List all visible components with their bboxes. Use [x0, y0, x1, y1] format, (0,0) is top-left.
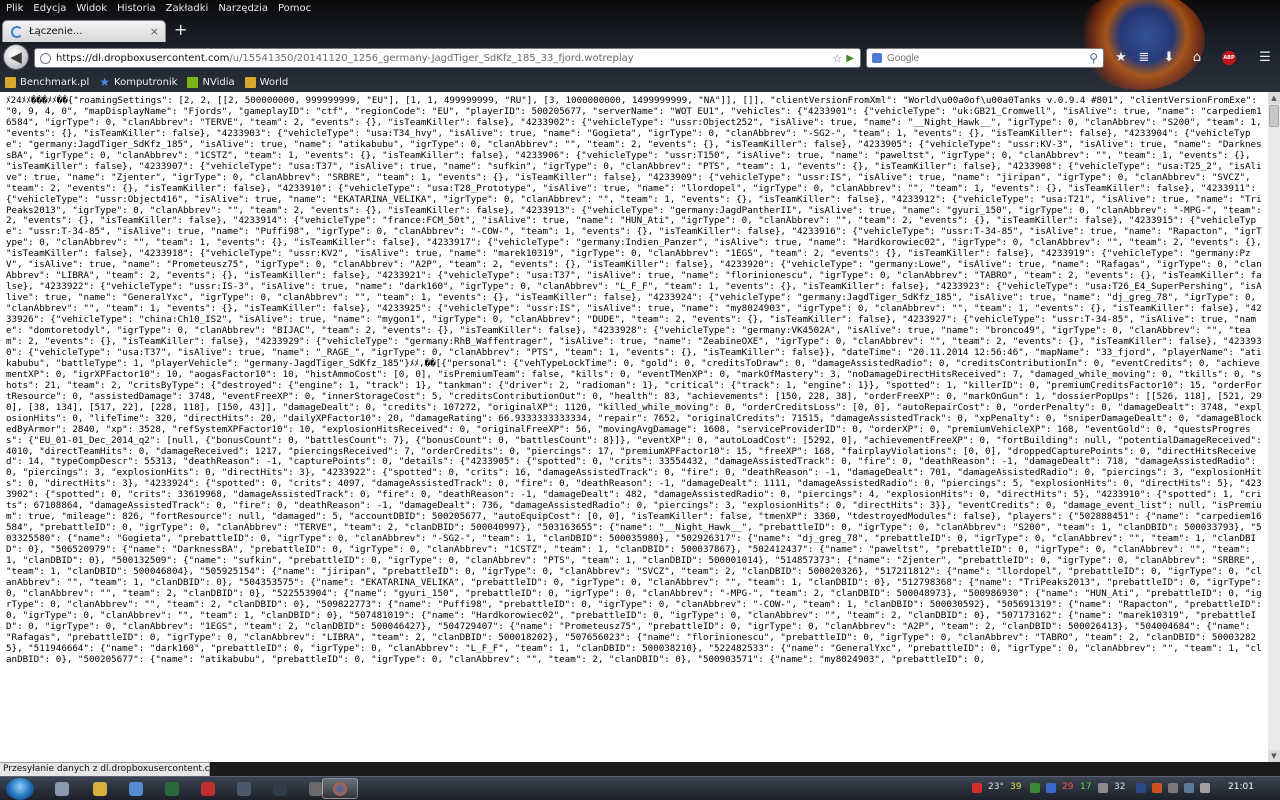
- tray-temp-4: 17: [1080, 782, 1092, 792]
- tray-icon-4[interactable]: [1098, 783, 1108, 793]
- url-host: https://dl.dropboxusercontent.com: [56, 52, 230, 64]
- windows-taskbar: 23° 39 29 17 32 21:01: [0, 776, 1280, 800]
- folder-icon: [244, 76, 256, 88]
- search-icon[interactable]: ⚲: [1089, 51, 1098, 65]
- app-icon: [309, 781, 323, 796]
- app-icon: [201, 781, 215, 796]
- bookmark-label: Benchmark.pl: [20, 76, 90, 88]
- menu-history[interactable]: Historia: [112, 0, 161, 18]
- scroll-thumb[interactable]: [1269, 105, 1279, 127]
- tab-title: Łączenie...: [29, 26, 83, 37]
- back-button[interactable]: ◀: [3, 44, 29, 70]
- download-icon[interactable]: ⬇: [1160, 50, 1178, 66]
- app-icon: [165, 781, 179, 796]
- tray-icon-2[interactable]: [1030, 783, 1040, 793]
- network-icon[interactable]: [1184, 783, 1194, 793]
- taskbar-app4[interactable]: [154, 778, 190, 799]
- tray-icon-3[interactable]: [1046, 783, 1056, 793]
- bookmark-world[interactable]: World: [244, 76, 289, 88]
- site-identity-icon[interactable]: [40, 52, 51, 64]
- tab-loading[interactable]: Łączenie... ×: [2, 20, 166, 42]
- adblock-icon[interactable]: ABP: [1222, 51, 1236, 65]
- vertical-scrollbar[interactable]: ▲ ▼: [1268, 92, 1280, 762]
- tray-icon-5[interactable]: [1136, 783, 1146, 793]
- folder-icon: [93, 781, 107, 796]
- menu-tools[interactable]: Narzędzia: [213, 0, 273, 18]
- tray-icon-7[interactable]: [1168, 783, 1178, 793]
- tray-temp-cpu: 23°: [988, 782, 1004, 792]
- bookmark-nvidia[interactable]: NVidia: [187, 76, 235, 88]
- navigation-bar: ◀ https://dl.dropboxusercontent.com/u/15…: [0, 42, 1280, 72]
- window-icon: [55, 781, 69, 796]
- bookmark-label: Komputronik: [114, 76, 178, 88]
- tab-bar: Łączenie... × +: [0, 18, 1280, 42]
- scroll-down-arrow-icon[interactable]: ▼: [1268, 750, 1280, 762]
- tray-icon-1[interactable]: [972, 783, 982, 793]
- menu-bookmarks[interactable]: Zakładki: [161, 0, 214, 18]
- app-icon: [129, 781, 143, 796]
- url-path: /u/15541350/20141120_1256_germany-JagdTi…: [229, 52, 634, 64]
- taskbar-app3[interactable]: [118, 778, 154, 799]
- taskbar-app5[interactable]: [190, 778, 226, 799]
- browser-chrome: Plik Edycja Widok Historia Zakładki Narz…: [0, 0, 1280, 92]
- clock[interactable]: 21:01: [1228, 782, 1254, 792]
- menu-file[interactable]: Plik: [0, 0, 28, 18]
- bookmark-label: NVidia: [202, 76, 235, 88]
- url-input[interactable]: https://dl.dropboxusercontent.com/u/1554…: [56, 53, 832, 64]
- search-bar[interactable]: ⚲: [866, 48, 1104, 68]
- search-input[interactable]: [887, 52, 1090, 64]
- bookmark-label: World: [259, 76, 289, 88]
- bookmark-komputronik[interactable]: ★ Komputronik: [99, 74, 178, 89]
- scroll-up-arrow-icon[interactable]: ▲: [1268, 92, 1280, 104]
- menu-edit[interactable]: Edycja: [28, 0, 71, 18]
- bookmark-star-icon[interactable]: ☆: [832, 52, 842, 65]
- raw-file-text: ﾒ24ﾒﾒ���ﾒﾒ��{"roamingSettings": [2, 2, […: [6, 95, 1268, 665]
- steam-icon: [273, 781, 287, 796]
- bookmarks-toolbar: Benchmark.pl ★ Komputronik NVidia World: [0, 72, 1280, 92]
- menu-bar: Plik Edycja Widok Historia Zakładki Narz…: [0, 0, 1280, 18]
- url-bar[interactable]: https://dl.dropboxusercontent.com/u/1554…: [34, 48, 861, 68]
- taskbar-app6[interactable]: [226, 778, 262, 799]
- firefox-icon: [333, 781, 347, 796]
- google-engine-icon[interactable]: [872, 53, 882, 63]
- nvidia-icon: [187, 76, 199, 88]
- taskbar-firefox[interactable]: [322, 778, 358, 799]
- new-tab-button[interactable]: +: [174, 22, 187, 38]
- star-icon: ★: [99, 74, 111, 89]
- tray-icon-6[interactable]: [1152, 783, 1162, 793]
- loading-spinner-icon: [11, 25, 23, 38]
- tray-temp-5: 32: [1114, 782, 1126, 792]
- menu-view[interactable]: Widok: [71, 0, 112, 18]
- page-content: ﾒ24ﾒﾒ���ﾒﾒ��{"roamingSettings": [2, 2, […: [0, 92, 1268, 762]
- taskbar-app7[interactable]: [262, 778, 298, 799]
- close-tab-icon[interactable]: ×: [150, 25, 159, 38]
- start-button[interactable]: [6, 778, 34, 800]
- status-bar: Przesyłanie danych z dl.dropboxuserconte…: [0, 762, 210, 776]
- menu-help[interactable]: Pomoc: [273, 0, 316, 18]
- bookmark-star-button[interactable]: ★: [1112, 50, 1130, 66]
- library-icon[interactable]: ≣: [1135, 50, 1153, 66]
- bookmark-benchmark[interactable]: Benchmark.pl: [5, 76, 90, 88]
- taskbar-explorer[interactable]: [44, 778, 80, 799]
- volume-icon[interactable]: [1200, 783, 1210, 793]
- app-icon: [237, 781, 251, 796]
- tray-temp-3: 29: [1062, 782, 1074, 792]
- taskbar-folder[interactable]: [82, 778, 118, 799]
- folder-icon: [5, 76, 16, 88]
- tray-temp-2: 39: [1010, 782, 1022, 792]
- home-icon[interactable]: ⌂: [1188, 50, 1206, 66]
- go-arrow-icon[interactable]: ▶: [846, 53, 854, 64]
- menu-icon[interactable]: ☰: [1256, 50, 1274, 66]
